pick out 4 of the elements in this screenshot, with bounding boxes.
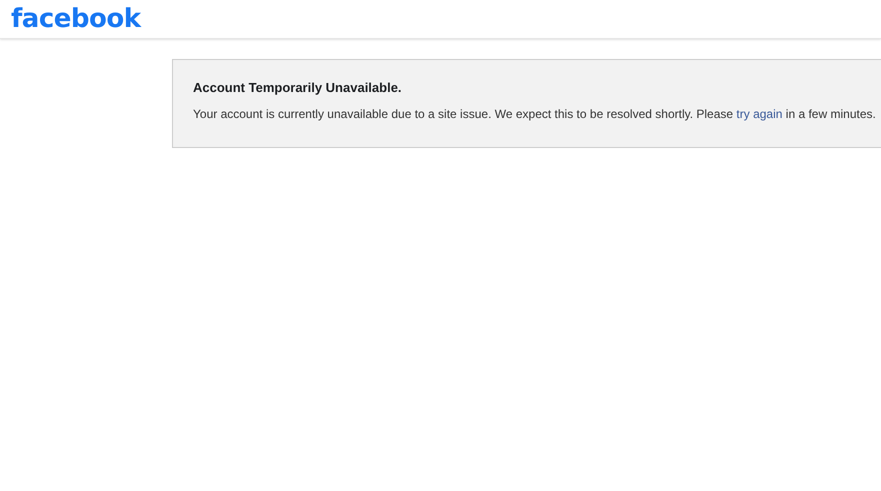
facebook-logo[interactable]: facebook	[11, 6, 141, 32]
try-again-link[interactable]: try again	[736, 107, 782, 121]
notice-title: Account Temporarily Unavailable.	[193, 80, 403, 95]
notice-message: Your account is currently unavailable due to a site issue. We expect this to be resolved shortly. Please try again in a few minutes.	[193, 107, 877, 121]
